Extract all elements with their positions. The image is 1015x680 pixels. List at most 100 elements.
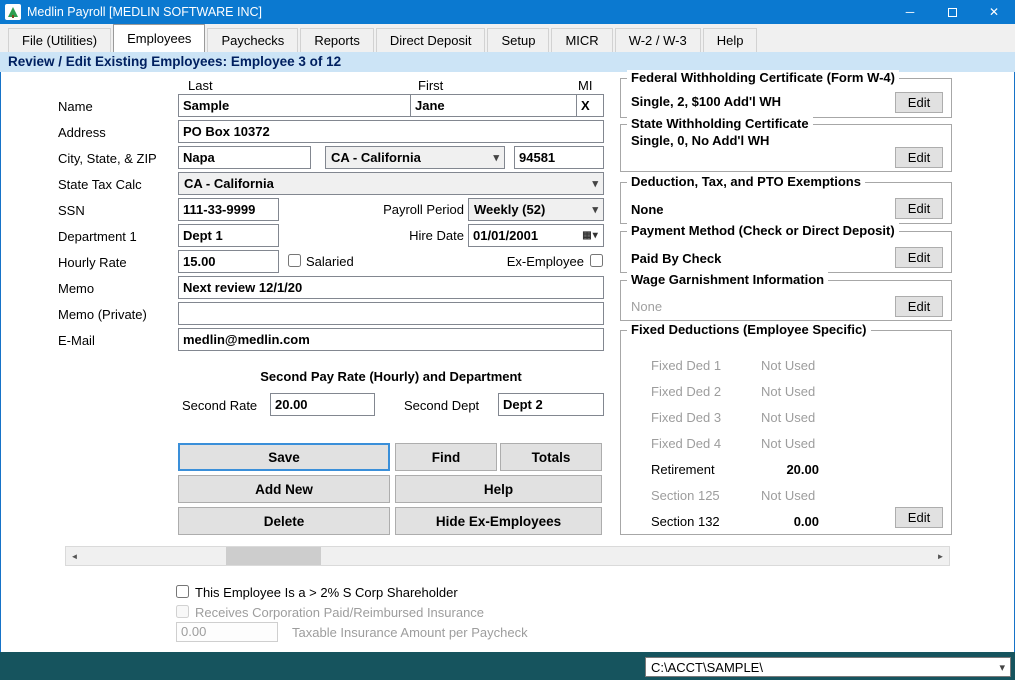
email-input[interactable] xyxy=(178,328,604,351)
s-corp-shareholder-checkbox[interactable] xyxy=(176,585,189,598)
second-dept-label: Second Dept xyxy=(404,398,479,413)
tab-file-utilities[interactable]: File (Utilities) xyxy=(8,28,111,52)
tab-reports[interactable]: Reports xyxy=(300,28,374,52)
hourly-rate-label: Hourly Rate xyxy=(58,255,127,270)
add-new-button[interactable]: Add New xyxy=(178,475,390,503)
exemptions-edit-button[interactable]: Edit xyxy=(895,198,943,219)
mi-input[interactable] xyxy=(576,94,604,117)
chevron-down-icon: ▾ xyxy=(493,151,499,164)
tab-employees[interactable]: Employees xyxy=(113,24,205,52)
salaried-label: Salaried xyxy=(306,254,354,269)
totals-button[interactable]: Totals xyxy=(500,443,602,471)
state-tax-calc-select[interactable]: CA - California ▾ xyxy=(178,172,604,195)
state-withholding-group: State Withholding Certificate Single, 0,… xyxy=(620,124,952,172)
fixed-ded-2-value: Not Used xyxy=(761,384,815,399)
exemptions-value: None xyxy=(631,202,664,217)
scroll-right-icon[interactable]: ► xyxy=(932,547,949,565)
fixed-ded-2-label: Fixed Ded 2 xyxy=(651,384,721,399)
scrollbar-thumb[interactable] xyxy=(226,547,321,565)
close-icon[interactable]: ✕ xyxy=(973,0,1015,24)
hourly-rate-input[interactable] xyxy=(178,250,279,273)
title-bar: Medlin Payroll [MEDLIN SOFTWARE INC] ─ ✕ xyxy=(0,0,1015,24)
fixed-ded-3-label: Fixed Ded 3 xyxy=(651,410,721,425)
window-title: Medlin Payroll [MEDLIN SOFTWARE INC] xyxy=(27,5,262,19)
ex-employee-label: Ex-Employee xyxy=(468,254,584,269)
maximize-icon[interactable] xyxy=(931,0,973,24)
salaried-checkbox[interactable] xyxy=(288,254,301,267)
calendar-dropdown-icon[interactable]: ▦▾ xyxy=(577,225,603,246)
retirement-label: Retirement xyxy=(651,462,715,477)
city-input[interactable] xyxy=(178,146,311,169)
app-window: Medlin Payroll [MEDLIN SOFTWARE INC] ─ ✕… xyxy=(0,0,1015,680)
tab-w2-w3[interactable]: W-2 / W-3 xyxy=(615,28,701,52)
ssn-label: SSN xyxy=(58,203,85,218)
state-withholding-title: State Withholding Certificate xyxy=(627,116,813,131)
memo-private-input[interactable] xyxy=(178,302,604,325)
fixed-ded-4-label: Fixed Ded 4 xyxy=(651,436,721,451)
delete-button[interactable]: Delete xyxy=(178,507,390,535)
payment-method-edit-button[interactable]: Edit xyxy=(895,247,943,268)
federal-withholding-edit-button[interactable]: Edit xyxy=(895,92,943,113)
state-tax-calc-value: CA - California xyxy=(184,176,274,191)
section-132-value: 0.00 xyxy=(761,514,819,529)
last-name-input[interactable] xyxy=(178,94,411,117)
payment-method-group: Payment Method (Check or Direct Deposit)… xyxy=(620,231,952,273)
hire-date-input[interactable]: 01/01/2001 ▦▾ xyxy=(468,224,604,247)
payment-method-title: Payment Method (Check or Direct Deposit) xyxy=(627,223,899,238)
wage-garnishment-edit-button[interactable]: Edit xyxy=(895,296,943,317)
hide-ex-employees-button[interactable]: Hide Ex-Employees xyxy=(395,507,602,535)
address-input[interactable] xyxy=(178,120,604,143)
find-button[interactable]: Find xyxy=(395,443,497,471)
state-withholding-value: Single, 0, No Add'l WH xyxy=(631,133,769,148)
tab-bar: File (Utilities) Employees Paychecks Rep… xyxy=(0,24,1015,52)
horizontal-scrollbar[interactable]: ◄ ► xyxy=(65,546,950,566)
second-rate-input[interactable] xyxy=(270,393,375,416)
memo-input[interactable] xyxy=(178,276,604,299)
zip-input[interactable] xyxy=(514,146,604,169)
state-select[interactable]: CA - California ▾ xyxy=(325,146,505,169)
page-title: Review / Edit Existing Employees: Employ… xyxy=(0,52,1015,72)
second-pay-title: Second Pay Rate (Hourly) and Department xyxy=(178,369,604,384)
section-125-label: Section 125 xyxy=(651,488,720,503)
section-132-label: Section 132 xyxy=(651,514,720,529)
fixed-ded-3-value: Not Used xyxy=(761,410,815,425)
wage-garnishment-title: Wage Garnishment Information xyxy=(627,272,828,287)
state-tax-calc-label: State Tax Calc xyxy=(58,177,142,192)
payroll-period-value: Weekly (52) xyxy=(474,202,545,217)
first-name-input[interactable] xyxy=(410,94,577,117)
fixed-deductions-group: Fixed Deductions (Employee Specific) Fix… xyxy=(620,330,952,535)
city-state-zip-label: City, State, & ZIP xyxy=(58,151,157,166)
tab-help[interactable]: Help xyxy=(703,28,758,52)
second-dept-input[interactable] xyxy=(498,393,604,416)
federal-withholding-title: Federal Withholding Certificate (Form W-… xyxy=(627,70,899,85)
data-path-select[interactable]: C:\ACCT\SAMPLE\ ▾ xyxy=(645,657,1011,677)
chevron-down-icon: ▾ xyxy=(592,203,598,216)
minimize-icon[interactable]: ─ xyxy=(889,0,931,24)
tab-setup[interactable]: Setup xyxy=(487,28,549,52)
payment-method-value: Paid By Check xyxy=(631,251,721,266)
save-button[interactable]: Save xyxy=(178,443,390,471)
federal-withholding-value: Single, 2, $100 Add'l WH xyxy=(631,94,781,109)
second-rate-label: Second Rate xyxy=(182,398,257,413)
scroll-left-icon[interactable]: ◄ xyxy=(66,547,83,565)
state-select-value: CA - California xyxy=(331,150,421,165)
department1-input[interactable] xyxy=(178,224,279,247)
payroll-period-select[interactable]: Weekly (52) ▾ xyxy=(468,198,604,221)
ex-employee-checkbox[interactable] xyxy=(590,254,603,267)
retirement-value: 20.00 xyxy=(761,462,819,477)
hire-date-label: Hire Date xyxy=(340,228,464,243)
insurance-amount-input: 0.00 xyxy=(176,622,278,642)
fixed-deductions-title: Fixed Deductions (Employee Specific) xyxy=(627,322,871,337)
tab-paychecks[interactable]: Paychecks xyxy=(207,28,298,52)
mi-header: MI xyxy=(578,78,592,93)
insurance-label: Receives Corporation Paid/Reimbursed Ins… xyxy=(195,605,484,620)
ssn-input[interactable] xyxy=(178,198,279,221)
fixed-deductions-edit-button[interactable]: Edit xyxy=(895,507,943,528)
name-label: Name xyxy=(58,99,93,114)
fixed-ded-1-label: Fixed Ded 1 xyxy=(651,358,721,373)
tab-micr[interactable]: MICR xyxy=(551,28,612,52)
state-withholding-edit-button[interactable]: Edit xyxy=(895,147,943,168)
wage-garnishment-value: None xyxy=(631,299,662,314)
tab-direct-deposit[interactable]: Direct Deposit xyxy=(376,28,486,52)
help-button[interactable]: Help xyxy=(395,475,602,503)
